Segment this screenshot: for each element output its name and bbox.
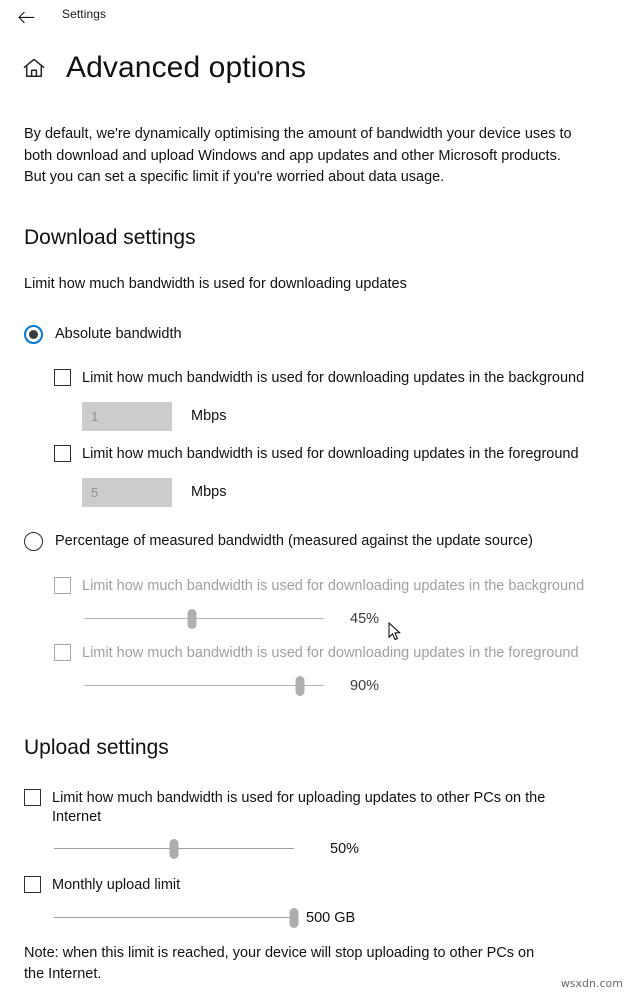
- slider-monthly-upload-limit[interactable]: [54, 907, 299, 929]
- slider-row-upload-bandwidth: 50%: [54, 838, 609, 860]
- slider-thumb[interactable]: [295, 675, 305, 696]
- slider-value-upload-bandwidth: 50%: [330, 840, 360, 857]
- input-absolute-foreground-mbps[interactable]: 5: [82, 477, 172, 507]
- title-bar: Settings: [0, 0, 629, 34]
- radio-label-absolute: Absolute bandwidth: [55, 325, 182, 342]
- checkbox-row-percentage-foreground[interactable]: Limit how much bandwidth is used for dow…: [54, 643, 609, 663]
- slider-value-percentage-background: 45%: [350, 610, 380, 627]
- checkbox-label-upload-bandwidth: Limit how much bandwidth is used for upl…: [52, 789, 546, 825]
- checkbox-label-monthly-upload-limit: Monthly upload limit: [52, 876, 181, 893]
- download-settings-heading: Download settings: [24, 225, 196, 249]
- radio-indicator-absolute[interactable]: [24, 324, 43, 344]
- slider-row-percentage-foreground: 90%: [84, 675, 609, 697]
- radio-indicator-percentage[interactable]: [24, 531, 43, 551]
- checkbox-upload-bandwidth[interactable]: [24, 788, 41, 806]
- upload-settings-heading: Upload settings: [24, 735, 169, 759]
- unit-label-absolute-foreground: Mbps: [191, 484, 227, 500]
- checkbox-row-percentage-background[interactable]: Limit how much bandwidth is used for dow…: [54, 576, 609, 596]
- checkbox-percentage-foreground[interactable]: [54, 643, 71, 661]
- slider-track: [54, 916, 294, 918]
- intro-text: By default, we're dynamically optimising…: [24, 126, 572, 185]
- slider-thumb[interactable]: [169, 838, 179, 859]
- checkbox-label-absolute-background: Limit how much bandwidth is used for dow…: [82, 369, 585, 386]
- checkbox-row-absolute-background[interactable]: Limit how much bandwidth is used for dow…: [54, 368, 609, 388]
- unit-label-absolute-background: Mbps: [191, 408, 227, 424]
- slider-value-percentage-foreground: 90%: [350, 677, 380, 694]
- slider-value-monthly-upload-limit: 500 GB: [306, 909, 356, 926]
- slider-track: [84, 617, 324, 619]
- checkbox-absolute-background[interactable]: [54, 368, 71, 386]
- radio-absolute-bandwidth[interactable]: Absolute bandwidth: [24, 324, 609, 344]
- download-description: Limit how much bandwidth is used for dow…: [24, 275, 407, 292]
- checkbox-row-upload-bandwidth[interactable]: Limit how much bandwidth is used for upl…: [24, 788, 609, 827]
- checkbox-label-absolute-foreground: Limit how much bandwidth is used for dow…: [82, 445, 579, 462]
- checkbox-label-percentage-foreground: Limit how much bandwidth is used for dow…: [82, 644, 579, 661]
- back-button[interactable]: [12, 4, 40, 30]
- field-row-absolute-background: 1 Mbps: [82, 401, 609, 431]
- slider-thumb[interactable]: [289, 907, 299, 928]
- checkbox-percentage-background[interactable]: [54, 576, 71, 594]
- page-title: Advanced options: [66, 51, 307, 84]
- slider-track: [84, 684, 324, 686]
- slider-percentage-background[interactable]: [84, 608, 324, 630]
- content-area: By default, we're dynamically optimising…: [24, 124, 609, 985]
- slider-thumb[interactable]: [187, 608, 197, 629]
- radio-label-percentage: Percentage of measured bandwidth (measur…: [55, 532, 533, 549]
- upload-note: Note: when this limit is reached, your d…: [24, 944, 535, 982]
- checkbox-monthly-upload-limit[interactable]: [24, 875, 41, 893]
- checkbox-label-percentage-background: Limit how much bandwidth is used for dow…: [82, 577, 585, 594]
- checkbox-row-absolute-foreground[interactable]: Limit how much bandwidth is used for dow…: [54, 444, 609, 464]
- radio-percentage-bandwidth[interactable]: Percentage of measured bandwidth (measur…: [24, 531, 609, 551]
- slider-row-monthly-upload-limit: 500 GB: [54, 907, 609, 929]
- checkbox-row-monthly-upload-limit[interactable]: Monthly upload limit: [24, 875, 609, 895]
- watermark: wsxdn.com: [560, 977, 623, 990]
- field-row-absolute-foreground: 5 Mbps: [82, 477, 609, 507]
- back-arrow-icon: [17, 11, 35, 24]
- app-title: Settings: [62, 7, 107, 21]
- checkbox-absolute-foreground[interactable]: [54, 444, 71, 462]
- input-absolute-background-mbps[interactable]: 1: [82, 401, 172, 431]
- slider-percentage-foreground[interactable]: [84, 675, 324, 697]
- slider-row-percentage-background: 45%: [84, 608, 609, 630]
- home-icon[interactable]: [22, 56, 46, 80]
- slider-upload-bandwidth[interactable]: [54, 838, 294, 860]
- page-header: Advanced options: [22, 53, 306, 83]
